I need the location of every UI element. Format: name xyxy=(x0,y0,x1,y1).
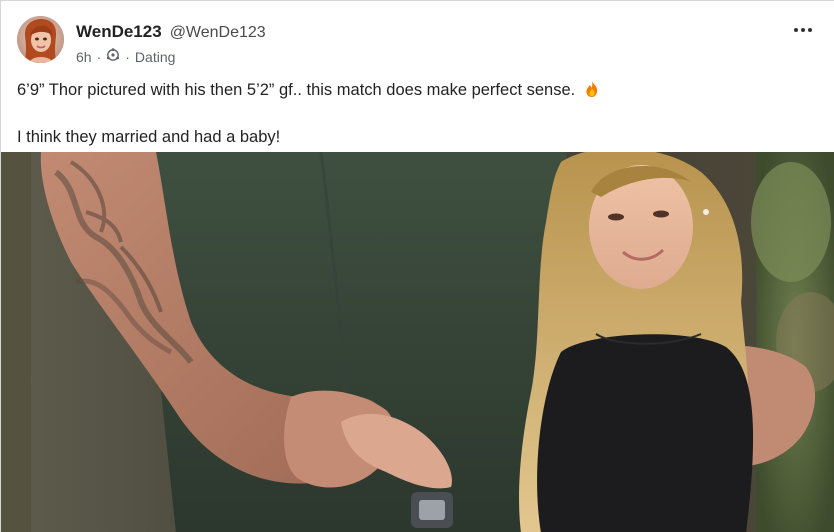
post-photo xyxy=(1,152,834,532)
author-display-name[interactable]: WenDe123 xyxy=(76,22,162,42)
more-options-icon xyxy=(794,28,812,32)
post-text-line-2: I think they married and had a baby! xyxy=(17,128,281,146)
avatar-icon xyxy=(17,16,64,63)
more-options-button[interactable] xyxy=(790,21,816,39)
separator-dot: · xyxy=(96,48,102,65)
author-row: WenDe123 @WenDe123 xyxy=(76,22,266,42)
post-image[interactable] xyxy=(1,152,834,532)
community-icon xyxy=(106,48,120,65)
post-time: 6h xyxy=(76,48,92,65)
post-card: WenDe123 @WenDe123 6h · · Dating 6’9” Th… xyxy=(0,0,834,532)
post-meta: WenDe123 @WenDe123 6h · · Dating xyxy=(76,22,266,65)
post-text: 6’9” Thor pictured with his then 5’2” gf… xyxy=(17,80,818,148)
post-sub-row: 6h · · Dating xyxy=(76,48,266,65)
avatar[interactable] xyxy=(17,16,64,63)
post-category[interactable]: Dating xyxy=(135,49,175,65)
fire-icon xyxy=(583,80,601,104)
separator-dot-2: · xyxy=(125,48,130,65)
author-handle[interactable]: @WenDe123 xyxy=(170,24,266,42)
post-header: WenDe123 @WenDe123 6h · · Dating xyxy=(17,16,818,66)
post-text-line-1: 6’9” Thor pictured with his then 5’2” gf… xyxy=(17,80,818,104)
post-line-1-text: 6’9” Thor pictured with his then 5’2” gf… xyxy=(17,81,576,99)
